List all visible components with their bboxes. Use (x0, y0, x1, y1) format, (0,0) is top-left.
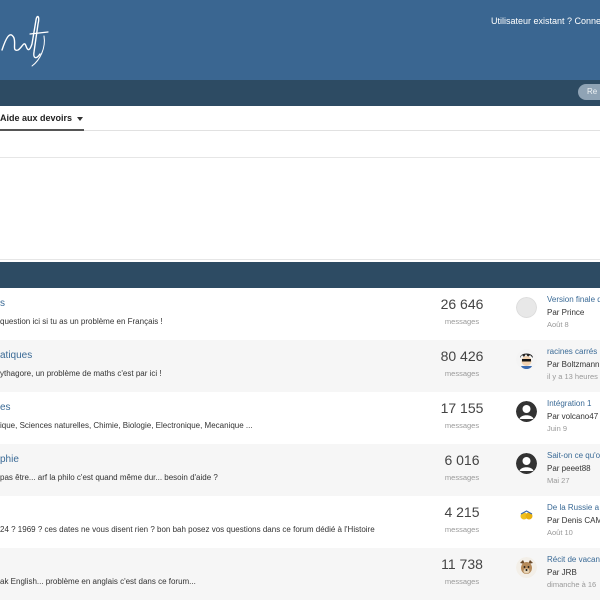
forum-row: phie pas être... arf la philo c'est quan… (0, 444, 600, 496)
secondary-tab-bar (0, 106, 600, 131)
forum-title[interactable]: s (0, 298, 5, 309)
last-post-date: il y a 13 heures (547, 372, 598, 381)
last-post-title[interactable]: Intégration 1 (547, 399, 591, 408)
forum-description: ythagore, un problème de maths c'est par… (0, 369, 162, 378)
last-post-author[interactable]: Par Denis CAM (547, 516, 600, 525)
forum-row: es ique, Sciences naturelles, Chimie, Bi… (0, 392, 600, 444)
last-post-author[interactable]: Par Prince (547, 308, 584, 317)
forum-description: 24 ? 1969 ? ces dates ne vous disent rie… (0, 525, 375, 534)
message-count-label: messages (444, 525, 480, 534)
message-count-label: messages (444, 473, 480, 482)
forum-title[interactable]: atiques (0, 350, 32, 361)
last-post-author[interactable]: Par Boltzmann (547, 360, 599, 369)
forum-row: ak English... problème en anglais c'est … (0, 548, 600, 600)
site-header: Utilisateur existant ? Connexion (0, 0, 600, 80)
forum-description: ique, Sciences naturelles, Chimie, Biolo… (0, 421, 253, 430)
last-post-title[interactable]: Récit de vacan (547, 555, 600, 564)
forum-description: question ici si tu as un problème en Fra… (0, 317, 163, 326)
message-count-label: messages (444, 317, 480, 326)
message-count: 17 155 (440, 400, 484, 416)
last-post-date: Juin 9 (547, 424, 568, 433)
forum-row: atiques ythagore, un problème de maths c… (0, 340, 600, 392)
message-count-label: messages (444, 369, 480, 378)
last-post-author[interactable]: Par JRB (547, 568, 577, 577)
last-post-date: dimanche à 16 (547, 580, 597, 589)
tab-aide-aux-devoirs[interactable]: Aide aux devoirs (0, 106, 84, 131)
message-count-label: messages (444, 577, 480, 586)
message-count: 26 646 (440, 296, 484, 312)
category-header (0, 262, 600, 288)
cartoon-avatar-icon[interactable] (516, 349, 537, 370)
forum-description: ak English... problème en anglais c'est … (0, 577, 196, 586)
search-input[interactable]: Re (578, 84, 600, 100)
cartoon-avatar-icon[interactable] (516, 505, 537, 526)
last-post-date: Mai 27 (547, 476, 570, 485)
last-post-author[interactable]: Par volcano47 (547, 412, 598, 421)
forum-row: s question ici si tu as un problème en F… (0, 288, 600, 340)
forum-row: 24 ? 1969 ? ces dates ne vous disent rie… (0, 496, 600, 548)
forum-description: pas être... arf la philo c'est quand mêm… (0, 473, 218, 482)
forum-title[interactable]: es (0, 402, 11, 413)
message-count: 6 016 (444, 452, 480, 468)
silhouette-avatar-icon[interactable] (516, 453, 537, 474)
forum-title[interactable]: phie (0, 454, 19, 465)
message-count: 80 426 (440, 348, 484, 364)
dog-avatar-icon[interactable] (516, 557, 537, 578)
last-post-title[interactable]: Version finale d (547, 295, 600, 304)
banner-area (0, 157, 600, 260)
last-post-title[interactable]: De la Russie a (547, 503, 599, 512)
tab-label: Aide aux devoirs (0, 113, 73, 123)
primary-nav-bar (0, 80, 600, 106)
last-post-date: Août 10 (547, 528, 573, 537)
message-count-label: messages (444, 421, 480, 430)
silhouette-avatar-icon[interactable] (516, 401, 537, 422)
default-avatar-icon[interactable] (516, 297, 537, 318)
caret-down-icon (76, 116, 83, 121)
last-post-title[interactable]: Sait-on ce qu'o (547, 451, 600, 460)
last-post-title[interactable]: racines carrés (547, 347, 597, 356)
last-post-date: Août 8 (547, 320, 569, 329)
message-count: 4 215 (444, 504, 480, 520)
last-post-author[interactable]: Par peeet88 (547, 464, 591, 473)
site-logo[interactable] (0, 0, 60, 80)
message-count: 11 738 (441, 556, 483, 572)
header-user-links[interactable]: Utilisateur existant ? Connexion (491, 16, 600, 26)
